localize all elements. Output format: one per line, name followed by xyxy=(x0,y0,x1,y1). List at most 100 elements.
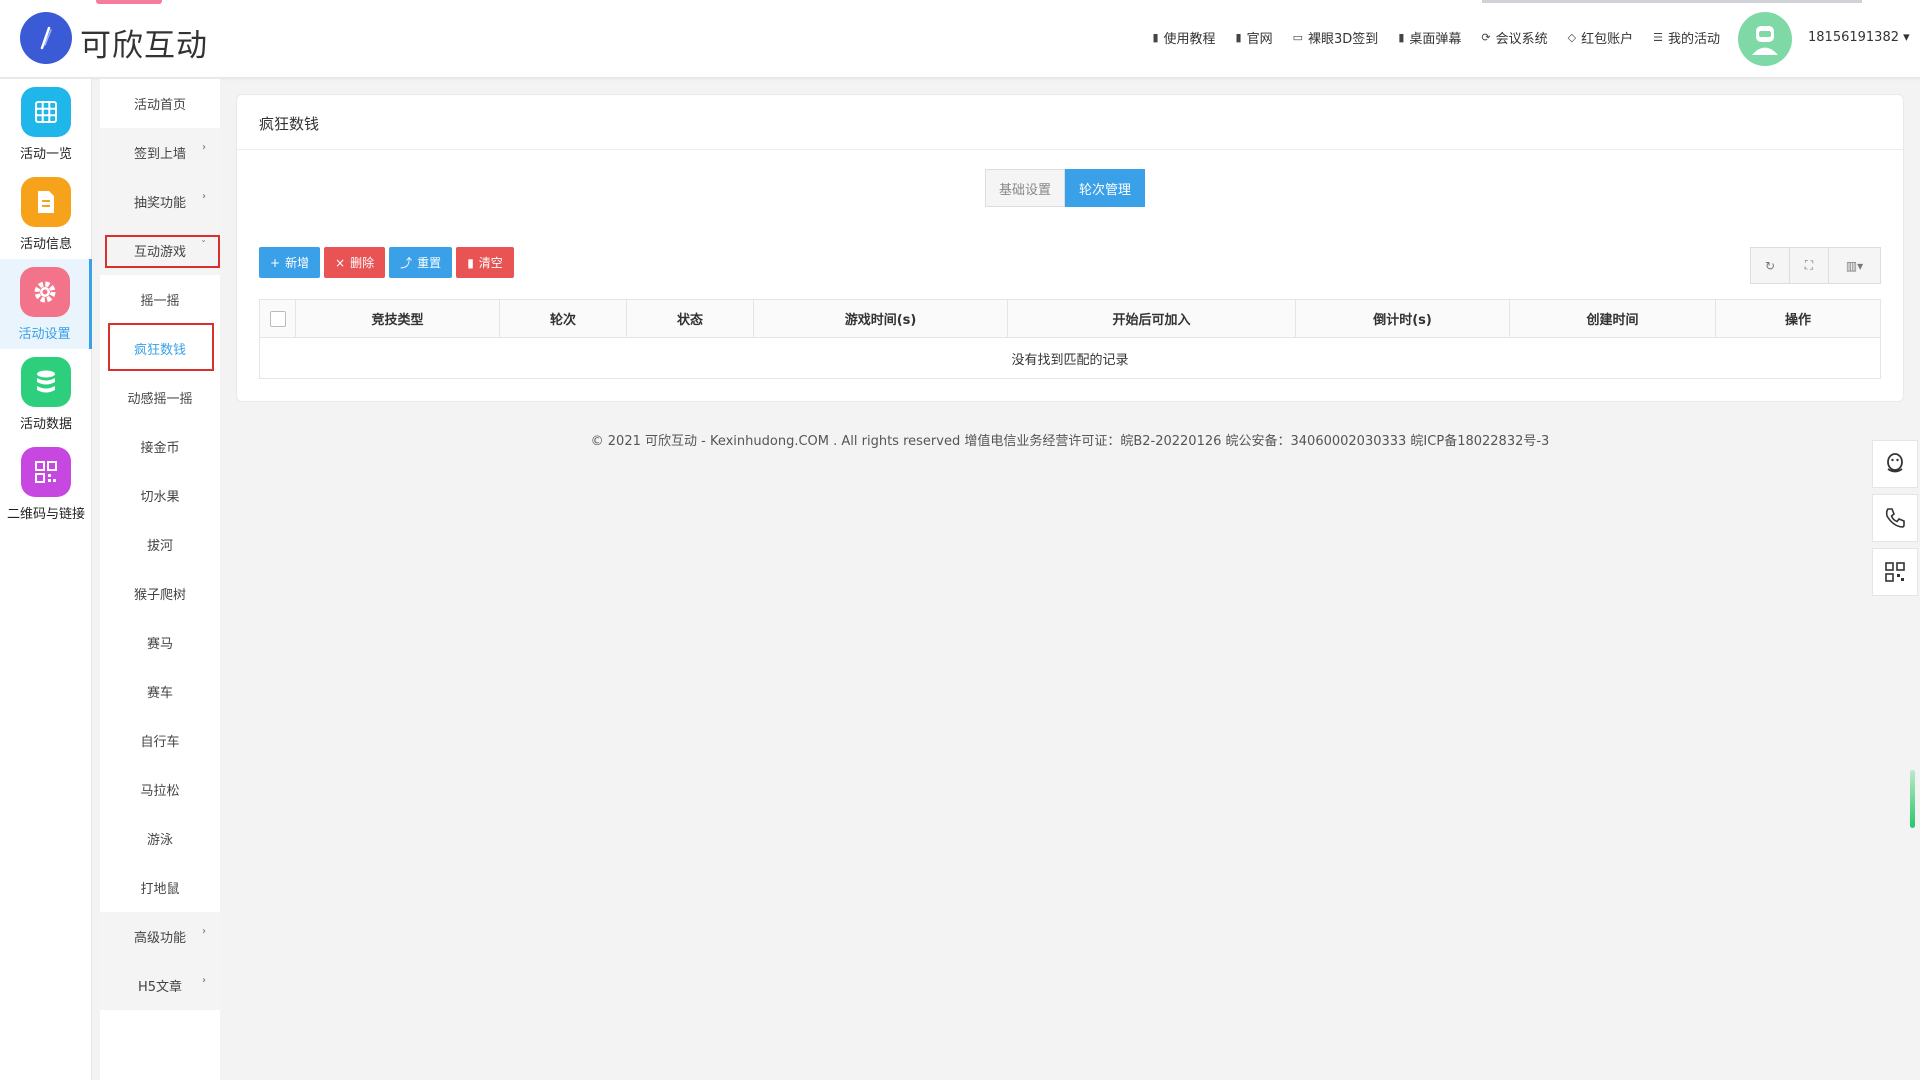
table-header-row: 竞技类型 轮次 状态 游戏时间(s) 开始后可加入 倒计时(s) 创建时间 操作 xyxy=(259,299,1881,338)
columns-dropdown-button[interactable]: ▥▾ xyxy=(1828,247,1881,284)
submenu-label: 高级功能 xyxy=(133,931,186,946)
trash-icon: ▮ xyxy=(467,255,474,270)
column-header[interactable]: 创建时间 xyxy=(1509,299,1716,338)
submenu-item-fruit-cut[interactable]: 切水果 xyxy=(100,471,220,520)
nav-meeting-system-label: 会议系统 xyxy=(1495,32,1548,47)
rounds-table: 竞技类型 轮次 状态 游戏时间(s) 开始后可加入 倒计时(s) 创建时间 操作… xyxy=(259,299,1881,379)
delete-button[interactable]: × 删除 xyxy=(324,247,386,278)
qq-contact-button[interactable] xyxy=(1872,440,1918,488)
rail-item-activity-settings[interactable]: 活动设置 xyxy=(0,259,92,349)
submenu-group-signin-wall[interactable]: 签到上墙 › xyxy=(100,128,220,177)
column-header[interactable]: 开始后可加入 xyxy=(1007,299,1296,338)
refresh-icon: ↻ xyxy=(1764,258,1776,273)
submenu-label: 动感摇一摇 xyxy=(127,392,193,407)
nav-my-activity-label: 我的活动 xyxy=(1667,32,1720,47)
avatar[interactable] xyxy=(1738,12,1792,66)
chevron-right-icon: › xyxy=(202,975,206,986)
submenu-label: 抽奖功能 xyxy=(133,196,186,211)
submenu-label: H5文章 xyxy=(137,980,183,995)
meeting-icon: ⟳ xyxy=(1481,31,1491,44)
column-header: 操作 xyxy=(1715,299,1881,338)
column-header[interactable]: 游戏时间(s) xyxy=(753,299,1008,338)
add-button[interactable]: + 新增 xyxy=(259,247,321,278)
qrcode-contact-button[interactable] xyxy=(1872,548,1918,596)
document-icon: ▮ xyxy=(1235,31,1242,44)
rail-item-qrcode-links[interactable]: 二维码与链接 xyxy=(0,439,92,529)
document-icon: ▮ xyxy=(1398,31,1405,44)
delete-button-label: 删除 xyxy=(350,256,375,270)
nav-redpacket-account-label: 红包账户 xyxy=(1581,32,1634,47)
select-all-checkbox[interactable] xyxy=(269,310,286,327)
table-row: 没有找到匹配的记录 xyxy=(260,338,1881,379)
tab-basic-settings[interactable]: 基础设置 xyxy=(985,169,1066,207)
submenu-label: 赛马 xyxy=(146,637,173,652)
logo-text[interactable]: 可欣互动 xyxy=(80,20,208,65)
grid-icon xyxy=(21,87,71,137)
table-tools: ↻ ⛶ ▥▾ xyxy=(1750,247,1881,284)
reset-button[interactable]: ⤴ 重置 xyxy=(389,247,453,278)
diamond-icon: ◇ xyxy=(1567,31,1577,44)
tab-round-management[interactable]: 轮次管理 xyxy=(1065,169,1146,207)
submenu-item-whack-a-mole[interactable]: 打地鼠 xyxy=(100,863,220,912)
empty-table-message: 没有找到匹配的记录 xyxy=(1011,352,1129,368)
top-accent-bar xyxy=(96,0,162,4)
submenu-item-car-race[interactable]: 赛车 xyxy=(100,667,220,716)
refresh-button[interactable]: ↻ xyxy=(1750,247,1790,284)
submenu-item-monkey-climb[interactable]: 猴子爬树 xyxy=(100,569,220,618)
rail-label: 活动一览 xyxy=(19,147,72,162)
scroll-indicator[interactable] xyxy=(1910,770,1915,828)
user-phone-dropdown[interactable]: 18156191382 ▾ xyxy=(1808,30,1910,45)
submenu-label: 接金币 xyxy=(140,441,180,456)
rail-item-activity-overview[interactable]: 活动一览 xyxy=(0,79,92,169)
fullscreen-icon: ⛶ xyxy=(1804,258,1814,272)
column-header[interactable]: 竞技类型 xyxy=(295,299,500,338)
column-header[interactable]: 倒计时(s) xyxy=(1295,299,1510,338)
nav-tutorial[interactable]: ▮ 使用教程 xyxy=(1152,28,1215,47)
clear-button-label: 清空 xyxy=(478,256,503,270)
nav-3d-signin-label: 裸眼3D签到 xyxy=(1308,32,1379,47)
nav-desktop-danmaku-label: 桌面弹幕 xyxy=(1409,32,1462,47)
nav-redpacket-account[interactable]: ◇ 红包账户 xyxy=(1568,28,1633,47)
submenu-group-advanced[interactable]: 高级功能 › xyxy=(100,912,220,961)
clear-button[interactable]: ▮ 清空 xyxy=(456,247,514,278)
nav-official-site-label: 官网 xyxy=(1246,32,1273,47)
submenu-item-shake[interactable]: 摇一摇 xyxy=(100,275,220,324)
submenu-item-bicycle[interactable]: 自行车 xyxy=(100,716,220,765)
rail-label: 二维码与链接 xyxy=(6,507,85,522)
submenu-item-activity-home[interactable]: 活动首页 xyxy=(100,79,220,128)
submenu-label: 活动首页 xyxy=(133,98,186,113)
qq-icon xyxy=(1887,453,1903,473)
submenu-item-catch-coins[interactable]: 接金币 xyxy=(100,422,220,471)
top-header: 可欣互动 ▮ 使用教程 ▮ 官网 ▭ 裸眼3D签到 ▮ 桌面弹幕 ⟳ 会议系统 ◇ 红包账户… xyxy=(0,0,1920,78)
nav-desktop-danmaku[interactable]: ▮ 桌面弹幕 xyxy=(1398,28,1461,47)
submenu-label: 马拉松 xyxy=(140,784,180,799)
submenu-item-swimming[interactable]: 游泳 xyxy=(100,814,220,863)
document-icon: ▮ xyxy=(1152,31,1159,44)
rail-label: 活动信息 xyxy=(19,237,72,252)
rail-item-activity-data[interactable]: 活动数据 xyxy=(0,349,92,439)
gear-icon xyxy=(19,267,70,317)
submenu-group-h5-article[interactable]: H5文章 › xyxy=(100,961,220,1010)
phone-contact-button[interactable] xyxy=(1872,494,1918,542)
nav-official-site[interactable]: ▮ 官网 xyxy=(1236,28,1273,47)
fullscreen-button[interactable]: ⛶ xyxy=(1789,247,1829,284)
submenu-label: 拔河 xyxy=(146,539,173,554)
chevron-right-icon: › xyxy=(202,142,206,153)
logo-icon[interactable] xyxy=(20,12,72,64)
rail-item-activity-info[interactable]: 活动信息 xyxy=(0,169,92,259)
phone-icon xyxy=(1885,508,1905,528)
column-header[interactable]: 状态 xyxy=(626,299,754,338)
nav-3d-signin[interactable]: ▭ 裸眼3D签到 xyxy=(1293,28,1379,47)
submenu-item-tug-of-war[interactable]: 拔河 xyxy=(100,520,220,569)
submenu-label: 自行车 xyxy=(140,735,180,750)
submenu-label: 猴子爬树 xyxy=(133,588,186,603)
nav-meeting-system[interactable]: ⟳ 会议系统 xyxy=(1481,28,1547,47)
submenu-group-lottery[interactable]: 抽奖功能 › xyxy=(100,177,220,226)
column-header[interactable]: 轮次 xyxy=(499,299,627,338)
nav-my-activity[interactable]: ☰ 我的活动 xyxy=(1653,28,1720,47)
submenu-item-dynamic-shake[interactable]: 动感摇一摇 xyxy=(100,373,220,422)
submenu-item-marathon[interactable]: 马拉松 xyxy=(100,765,220,814)
qrcode-icon xyxy=(21,447,71,497)
main-card: 疯狂数钱 基础设置 轮次管理 + 新增 × 删除 ⤴ 重置 ▮ 清空 ↻ ⛶ ▥▾ 竞技… xyxy=(236,94,1904,402)
submenu-item-horse-race[interactable]: 赛马 xyxy=(100,618,220,667)
